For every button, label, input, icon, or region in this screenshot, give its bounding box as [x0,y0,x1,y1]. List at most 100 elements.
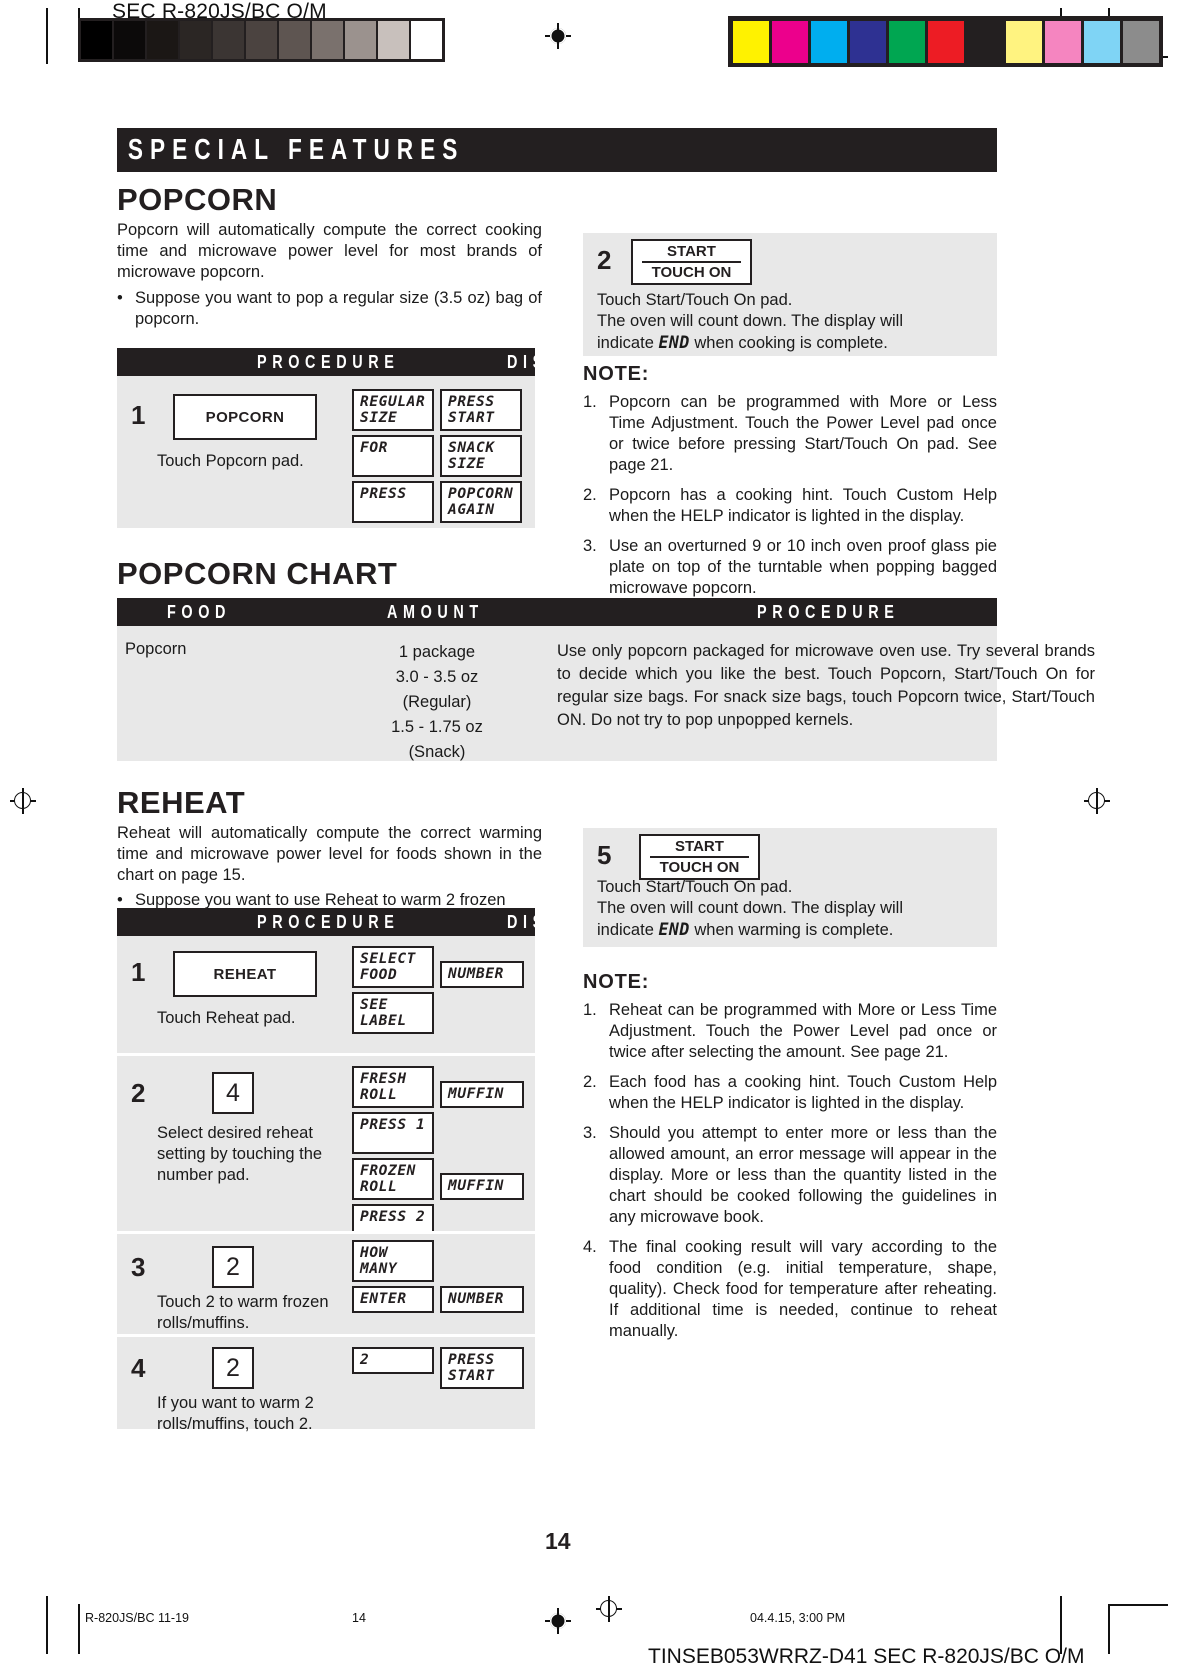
popcorn-note-3-number: 3. [583,537,597,555]
reheat-note-3-number: 3. [583,1124,597,1142]
reheat-display-select-food: SELECT FOOD [352,946,434,988]
popcorn-display-press-start: PRESS START [440,389,522,431]
popcorn-note-2-text: Popcorn has a cooking hint. Touch Custom… [609,486,997,525]
reheat-step-2-number: 2 [131,1078,146,1108]
reheat-note-item-1: 1. Reheat can be programmed with More or… [583,1000,997,1063]
popcorn-chart-amount: 1 package 3.0 - 3.5 oz (Regular) 1.5 - 1… [391,643,483,761]
reheat-intro-text: Reheat will automatically compute the co… [117,824,542,884]
reheat-step-5-line1: Touch Start/Touch On pad. [597,878,793,896]
reheat-heading: REHEAT [117,785,246,820]
popcorn-note-heading: NOTE: [583,363,650,385]
reheat-display-enter: ENTER [352,1286,434,1313]
reheat-display-see-label: SEE LABEL [352,992,434,1034]
reheat-step-4-caption: If you want to warm 2 rolls/muffins, tou… [157,1394,314,1433]
reheat-number-pad-2-step3[interactable]: 2 [212,1246,254,1288]
page-content: SPECIAL FEATURES POPCORN Popcorn will au… [0,0,1188,1677]
popcorn-chart-table: FOOD AMOUNT PROCEDURE Popcorn 1 package … [117,598,1095,761]
reheat-display-press-1: PRESS 1 [352,1112,434,1154]
popcorn-chart-procedure: Use only popcorn packaged for microwave … [557,642,1095,729]
reheat-procedure-table: PROCEDURE DISPLAY 1 REHEAT Touch Reheat … [117,908,602,1433]
reheat-pad-button[interactable]: REHEAT [173,951,317,997]
popcorn-procedure-table: PROCEDURE DISPLAY 1 POPCORN Touch Popcor… [117,348,602,528]
popcorn-step-2-line3-post: when cooking is complete. [689,334,888,352]
popcorn-table-header: PROCEDURE DISPLAY [117,348,602,376]
popcorn-note-item-2: 2. Popcorn has a cooking hint. Touch Cus… [583,485,997,527]
reheat-display-muffin-1: MUFFIN [440,1081,524,1108]
popcorn-start-label: START [667,243,716,260]
bullet-icon: • [117,289,123,307]
reheat-table-header: PROCEDURE DISPLAY [117,908,602,936]
reheat-note-1-text: Reheat can be programmed with More or Le… [609,1001,997,1061]
reheat-number-pad-4[interactable]: 4 [212,1072,254,1114]
reheat-note-2-number: 2. [583,1073,597,1091]
reheat-step-row-3: 3 2 Touch 2 to warm frozen rolls/muffins… [117,1231,535,1334]
reheat-end-indicator: END [658,920,690,939]
reheat-note-block: NOTE: 1. Reheat can be programmed with M… [583,971,997,1351]
popcorn-bullet-text: Suppose you want to pop a regular size (… [135,289,542,328]
reheat-step-2-caption: Select desired reheat setting by touchin… [157,1124,323,1184]
bottom-edge-code: TINSEB053WRRZ-D41 SEC R-820JS/BC O/M [648,1645,1085,1668]
popcorn-note-2-number: 2. [583,486,597,504]
popcorn-heading: POPCORN [117,182,278,217]
reheat-step-5-line3: indicate END when warming is complete. [597,919,997,941]
reheat-col-procedure: PROCEDURE [257,911,400,932]
reheat-step-3-number: 3 [131,1252,146,1282]
section-banner: SPECIAL FEATURES [117,128,997,172]
popcorn-intro-text: Popcorn will automatically compute the c… [117,221,542,281]
popcorn-touch-on-label: TOUCH ON [641,261,742,282]
reheat-step-row-2: 2 4 Select desired reheat setting by tou… [117,1053,535,1246]
popcorn-start-touch-on-pad[interactable]: START TOUCH ON [631,239,752,285]
popcorn-display-popcorn-again: POPCORN AGAIN [440,481,522,523]
reheat-step-row-4: 4 2 If you want to warm 2 rolls/muffins,… [117,1334,535,1433]
reheat-intro: Reheat will automatically compute the co… [117,823,542,886]
popcorn-display-snack-size: SNACK SIZE [440,435,522,477]
reheat-note-3-text: Should you attempt to enter more or less… [609,1124,997,1226]
popcorn-col-procedure: PROCEDURE [257,351,400,372]
popcorn-note-1-text: Popcorn can be programmed with More or L… [609,393,997,474]
reheat-display-quantity-2: 2 [352,1347,434,1374]
footer-file-name: R-820JS/BC 11-19 [85,1611,189,1625]
reheat-step-5-line3-post: when warming is complete. [689,921,894,939]
popcorn-note-3-text: Use an overturned 9 or 10 inch oven proo… [609,537,997,597]
reheat-note-item-2: 2. Each food has a cooking hint. Touch C… [583,1072,997,1114]
popcorn-step-row-1: 1 POPCORN Touch Popcorn pad. REGULAR SIZE… [117,376,535,528]
reheat-note-item-3: 3. Should you attempt to enter more or l… [583,1123,997,1228]
reheat-note-2-text: Each food has a cooking hint. Touch Cust… [609,1073,997,1112]
reheat-step-row-1: 1 REHEAT Touch Reheat pad. SELECT FOOD SE… [117,936,535,1053]
popcorn-step-2-line3-pre: indicate [597,334,659,352]
popcorn-step-2-line1: Touch Start/Touch On pad. [597,291,793,309]
popcorn-bullet: • Suppose you want to pop a regular size… [117,288,542,330]
popcorn-note-block: NOTE: 1. Popcorn can be programmed with … [583,363,997,608]
reheat-start-touch-on-pad[interactable]: START TOUCH ON [639,834,760,880]
footer-page-number: 14 [352,1611,366,1625]
reheat-step-5-line2: The oven will count down. The display wi… [597,899,904,917]
popcorn-chart-heading: POPCORN CHART [117,556,398,591]
reheat-step-3-caption: Touch 2 to warm frozen rolls/muffins. [157,1293,329,1332]
popcorn-intro: Popcorn will automatically compute the c… [117,220,542,283]
reheat-number-pad-2-step4[interactable]: 2 [212,1347,254,1389]
popcorn-note-item-1: 1. Popcorn can be programmed with More o… [583,392,997,476]
reheat-note-4-text: The final cooking result will vary accor… [609,1238,997,1340]
reheat-display-how-many: HOW MANY [352,1240,434,1282]
popcorn-pad-button[interactable]: POPCORN [173,394,317,440]
reheat-display-fresh-roll: FRESH ROLL [352,1066,434,1108]
popcorn-step-2-line2: The oven will count down. The display wi… [597,312,904,330]
reheat-display-frozen-roll: FROZEN ROLL [352,1158,434,1200]
popcorn-step-2-line3: indicate END when cooking is complete. [597,332,997,354]
reheat-note-1-number: 1. [583,1001,597,1019]
popcorn-chart-col-amount: AMOUNT [387,602,484,622]
reheat-display-number: NUMBER [440,961,524,988]
popcorn-step-1-number: 1 [131,400,146,430]
reheat-display-number-2: NUMBER [440,1286,524,1313]
popcorn-chart-header: FOOD AMOUNT PROCEDURE [117,598,997,626]
reheat-touch-on-label: TOUCH ON [649,856,750,877]
popcorn-chart-food: Popcorn [125,640,187,658]
popcorn-step-2-number: 2 [597,245,612,275]
reheat-note-heading: NOTE: [583,971,650,993]
reheat-display-press-start: PRESS START [440,1347,524,1389]
reheat-step-5-line3-pre: indicate [597,921,659,939]
reheat-note-item-4: 4. The final cooking result will vary ac… [583,1237,997,1342]
footer-timestamp: 04.4.15, 3:00 PM [750,1611,846,1625]
reheat-display-muffin-2: MUFFIN [440,1173,524,1200]
page-number: 14 [545,1528,571,1554]
